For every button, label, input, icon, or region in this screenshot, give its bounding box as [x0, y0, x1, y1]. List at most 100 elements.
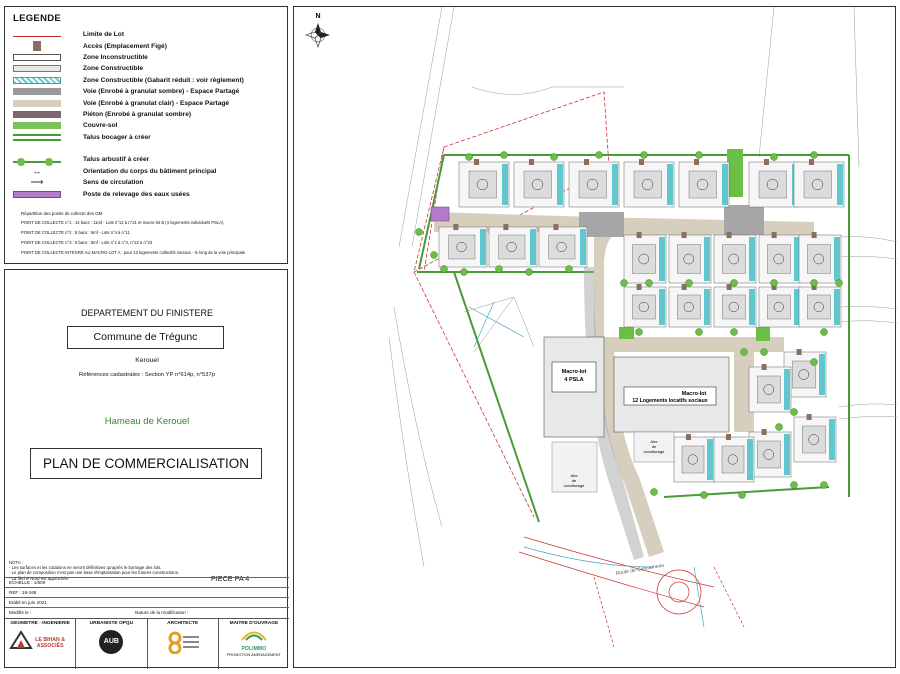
- legend-item: Poste de relevage des eaux usées: [13, 188, 283, 199]
- legend-swatch-line: [13, 35, 61, 37]
- modif-date-label: Modifié le :: [9, 610, 32, 615]
- legend-item: Talus bocager à créer: [13, 132, 283, 143]
- legend-swatch-dark: [13, 88, 61, 96]
- logo-sub: PROMOTION AMENAGEMENT: [226, 653, 281, 657]
- tree-icon: [465, 153, 473, 161]
- legend-item: Voie (Enrobé à granulat clair) - Espace …: [13, 97, 283, 108]
- lot: [798, 284, 842, 328]
- legend-swatch-talusarb: [13, 157, 61, 166]
- collect-item: POINT DE COLLECTE n°2 : 8 bacs : 5mf - L…: [21, 230, 130, 235]
- department: DEPARTEMENT DU FINISTERE: [80, 308, 214, 318]
- ref-text: REF : 18-168: [9, 590, 37, 595]
- tree-icon: [740, 348, 748, 356]
- cadastral-refs: Références cadastrales : Section YP n°61…: [79, 372, 215, 378]
- lot: [488, 224, 538, 268]
- logo-role: MAITRE D'OUVRAGE: [229, 621, 279, 626]
- legend-swatch-inconstr: [13, 53, 61, 61]
- tree-icon: [738, 491, 746, 499]
- lot: [513, 159, 565, 208]
- site-plan-drawing: N Macro-lot 4 PSLA Macro-lot 12 Logement…: [305, 7, 897, 648]
- macro-lot-b-label: 4 PSLA: [564, 377, 583, 383]
- legend-label: Orientation du corps du bâtiment princip…: [83, 167, 217, 175]
- legend-item: Accès (Emplacement Figé): [13, 40, 283, 51]
- legend-label: Zone Constructible (Gabarit réduit : voi…: [83, 76, 244, 84]
- legend-label: Talus arbustif à créer: [83, 156, 150, 164]
- tree-icon: [695, 151, 703, 159]
- tree-icon: [645, 279, 653, 287]
- north-letter: N: [315, 13, 320, 20]
- tree-icon: [685, 279, 693, 287]
- collect-item: POINT DE COLLECTE n°3 : 6 bacs : 5mf - L…: [21, 240, 153, 245]
- tree-icon: [565, 265, 573, 273]
- plan-title: PLAN DE COMMERCIALISATION: [30, 448, 262, 479]
- tree-icon: [650, 488, 658, 496]
- legend-swatch-access: [13, 40, 61, 51]
- legend-swatch-couvre: [13, 122, 61, 130]
- tree-icon: [700, 491, 708, 499]
- tree-icon: [730, 328, 738, 336]
- lot: [713, 434, 755, 483]
- logo-geometre: GEOMETRE - INGENIERIE LE BIHAN & ASSOCIÉ…: [5, 619, 77, 669]
- tree-icon: [440, 265, 448, 273]
- lot: [678, 159, 730, 208]
- covoiturage-label: covoiturage: [644, 449, 665, 454]
- scale-row: ECHELLE : 1/500: [5, 577, 289, 587]
- legend-label: Voie (Enrobé à granulat clair) - Espace …: [83, 99, 230, 107]
- collect-item: POINT DE COLLECTE n°1 : 14 bacs : 11mf -…: [21, 220, 224, 225]
- tree-icon: [810, 279, 818, 287]
- modif-nature-label: Nature de la modification :: [135, 610, 189, 615]
- tree-icon: [620, 279, 628, 287]
- legend-item: Talus arbustif à créer: [13, 154, 283, 166]
- collect-head: Répartition des points de collecte des O…: [21, 211, 103, 216]
- tree-icon: [810, 358, 818, 366]
- site-plan: N Macro-lot 4 PSLA Macro-lot 12 Logement…: [293, 6, 897, 668]
- lot: [668, 232, 712, 284]
- lot: [438, 224, 488, 268]
- tree-icon: [820, 481, 828, 489]
- tree-icon: [790, 408, 798, 416]
- legend-swatch-constr: [13, 65, 61, 73]
- tree-icon: [695, 328, 703, 336]
- tree-icon: [640, 151, 648, 159]
- pumping-station: [430, 206, 450, 222]
- tree-icon: [810, 151, 818, 159]
- tree-icon: [495, 265, 503, 273]
- lot: [798, 232, 842, 284]
- lieu-dit: Kerouel: [135, 357, 159, 364]
- polimmo-logo-icon: [241, 631, 267, 641]
- legend-swatch-orient: ↔: [32, 165, 42, 176]
- logo-name: POLIMMO: [241, 646, 267, 652]
- lot: [668, 284, 712, 328]
- tree-icon: [460, 268, 468, 276]
- tree-icon: [770, 153, 778, 161]
- ref-row: REF : 18-168: [5, 587, 289, 597]
- roundabout: [518, 536, 745, 648]
- logo-architecte: ARCHITECTE: [148, 619, 219, 669]
- date-text: Etabli en juin 2021: [9, 600, 47, 605]
- legend-label: Couvre-sol: [83, 122, 118, 130]
- legend-label: Piéton (Enrobé à granulat sombre): [83, 110, 192, 118]
- legend-swatch-blank: [13, 145, 61, 152]
- legend-label: Poste de relevage des eaux usées: [83, 190, 190, 198]
- collect-item: POINT DE COLLECTE INTÉGRÉ AU MACRO-LOT A…: [21, 250, 246, 255]
- legend-item: Piéton (Enrobé à granulat sombre): [13, 109, 283, 120]
- tree-icon: [430, 251, 438, 259]
- tree-icon: [550, 153, 558, 161]
- legend-list: Limite de Lot Accès (Emplacement Figé) Zon…: [13, 29, 283, 200]
- lot: [793, 159, 845, 208]
- logo-urbaniste: URBANISTE OPQU AUB: [76, 619, 148, 669]
- legend-label: Zone Inconstructible: [83, 53, 148, 61]
- tree-icon: [595, 151, 603, 159]
- legend-item: Couvre-sol: [13, 120, 283, 131]
- tree-icon: [775, 423, 783, 431]
- legend-item: ⟶ Sens de circulation: [13, 177, 283, 188]
- legend-label: Sens de circulation: [83, 179, 144, 187]
- lot: [713, 232, 757, 284]
- tree-icon: [770, 279, 778, 287]
- aub-logo-icon: AUB: [99, 630, 124, 654]
- legend-panel: LEGENDE Limite de Lot Accès (Emplacement …: [4, 6, 288, 264]
- legend-item: Voie (Enrobé à granulat sombre) - Espace…: [13, 86, 283, 97]
- lot: [748, 429, 792, 478]
- logos-row: GEOMETRE - INGENIERIE LE BIHAN & ASSOCIÉ…: [5, 618, 289, 669]
- lot: [758, 232, 802, 284]
